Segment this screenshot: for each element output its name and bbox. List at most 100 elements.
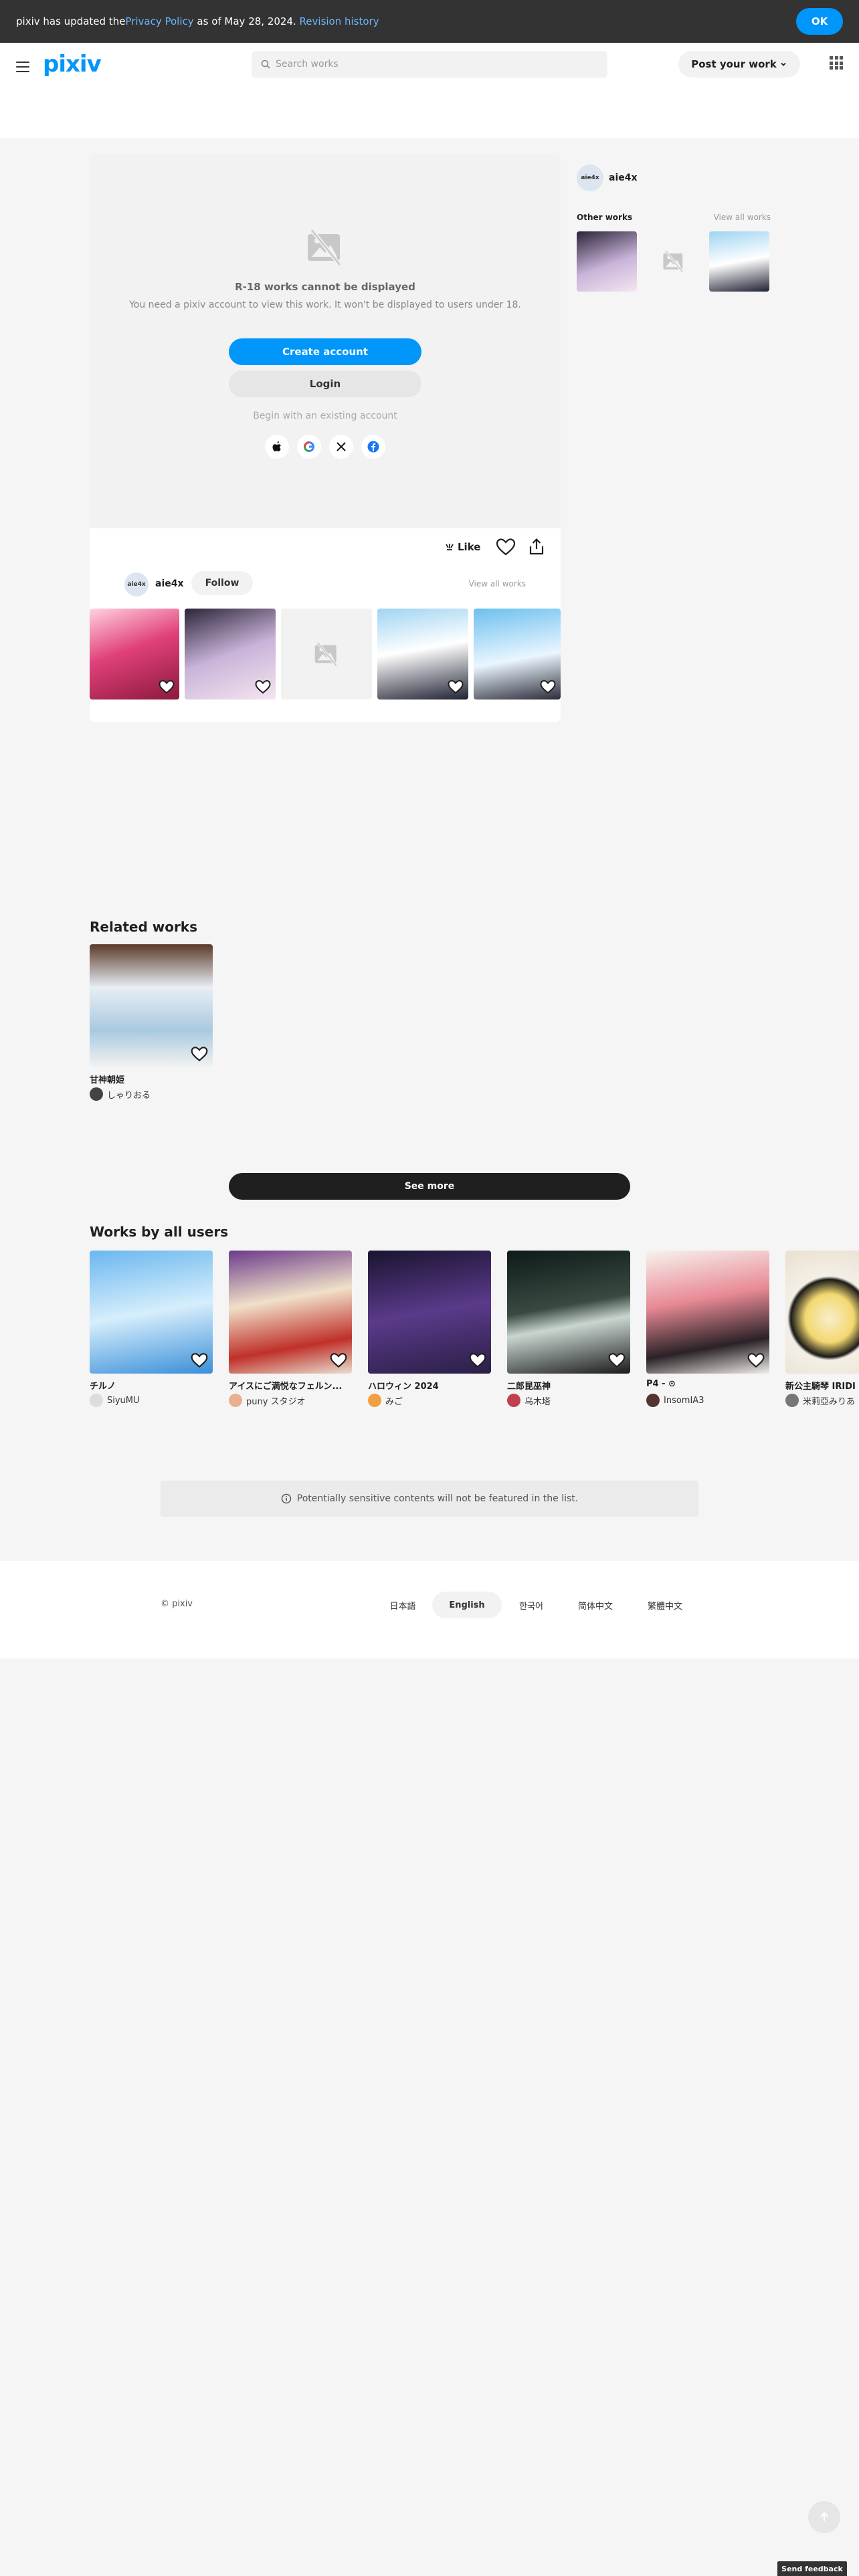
heart-icon[interactable]: [747, 1351, 765, 1370]
work-thumbnail[interactable]: [507, 1251, 630, 1374]
sidebar-view-all-link[interactable]: View all works: [714, 213, 771, 222]
other-work-thumbnail[interactable]: [577, 231, 637, 292]
gate-title: R-18 works cannot be displayed: [235, 281, 415, 293]
google-login-button[interactable]: [297, 435, 321, 459]
apps-grid-icon[interactable]: [830, 56, 843, 70]
sidebar-author-name[interactable]: aie4x: [609, 173, 638, 183]
post-work-button[interactable]: Post your work: [678, 51, 800, 78]
related-work-thumbnail[interactable]: [90, 944, 213, 1067]
user-avatar: [785, 1394, 799, 1407]
scroll-to-top-button[interactable]: [808, 2501, 840, 2533]
x-icon: [337, 442, 346, 451]
user-avatar: [90, 1394, 103, 1407]
post-work-label: Post your work: [691, 58, 777, 70]
heart-icon[interactable]: [254, 678, 272, 695]
author-work-thumbnail[interactable]: [90, 609, 179, 700]
work-user[interactable]: 米莉亞みりあ: [785, 1394, 859, 1407]
site-header: pixiv Search works Post your work: [0, 43, 859, 96]
work-user[interactable]: みご: [368, 1394, 403, 1407]
lang-english[interactable]: English: [432, 1592, 502, 1618]
facebook-login-button[interactable]: [361, 435, 385, 459]
login-button[interactable]: Login: [229, 370, 421, 397]
work-thumbnail[interactable]: [646, 1251, 769, 1374]
work-title[interactable]: 新公主騎琴 IRIDI: [785, 1379, 859, 1392]
related-work-username: しゃりおる: [107, 1090, 151, 1101]
image-blocked-icon: [314, 641, 338, 667]
author-name[interactable]: aie4x: [155, 578, 184, 589]
search-icon: [261, 60, 270, 69]
work-title[interactable]: チルノ: [90, 1379, 213, 1392]
work-user[interactable]: InsomIA3: [646, 1394, 704, 1407]
create-account-button[interactable]: Create account: [229, 338, 421, 365]
lang-traditional-chinese[interactable]: 繁體中文: [636, 1592, 694, 1618]
view-all-works-link[interactable]: View all works: [469, 579, 526, 588]
bookmark-heart-button[interactable]: [495, 536, 516, 558]
author-avatar[interactable]: aie4x: [124, 572, 149, 597]
author-row: aie4x aie4x Follow View all works: [90, 566, 561, 601]
work-username: 乌木塔: [524, 1396, 551, 1407]
like-label: Like: [458, 541, 481, 553]
begin-existing-label: Begin with an existing account: [253, 411, 397, 421]
author-work-thumbnail[interactable]: [474, 609, 561, 700]
other-work-thumbnail[interactable]: [709, 231, 769, 292]
heart-icon[interactable]: [607, 1351, 626, 1370]
privacy-banner: pixiv has updated the Privacy Policy as …: [0, 0, 859, 43]
heart-icon[interactable]: [447, 678, 464, 695]
work-user[interactable]: 乌木塔: [507, 1394, 551, 1407]
heart-icon[interactable]: [539, 678, 557, 695]
other-work-thumbnail-blocked[interactable]: [644, 231, 704, 292]
copyright: © pixiv: [161, 1599, 193, 1609]
like-button[interactable]: Like: [444, 538, 480, 556]
lang-japanese[interactable]: 日本語: [379, 1592, 427, 1618]
author-work-thumbnail[interactable]: [185, 609, 276, 700]
menu-icon[interactable]: [16, 62, 29, 72]
work-title[interactable]: P4 - ⊙: [646, 1379, 769, 1389]
author-work-thumbnail[interactable]: [377, 609, 468, 700]
author-work-thumbnail-blocked[interactable]: [281, 609, 372, 700]
share-button[interactable]: [526, 536, 547, 558]
share-icon: [529, 538, 544, 555]
banner-ok-button[interactable]: OK: [796, 8, 843, 35]
sidebar-author-avatar[interactable]: aie4x: [577, 165, 603, 191]
heart-icon[interactable]: [158, 678, 175, 695]
footer: © pixiv 日本語 English 한국어 简体中文 繁體中文: [0, 1561, 859, 1658]
related-work-user[interactable]: しゃりおる: [90, 1087, 151, 1101]
heart-icon[interactable]: [190, 1045, 209, 1063]
banner-text-after: as of May 28, 2024.: [193, 15, 300, 27]
revision-history-link[interactable]: Revision history: [300, 15, 379, 27]
facebook-icon: [367, 441, 379, 453]
work-username: SiyuMU: [107, 1395, 140, 1406]
follow-button[interactable]: Follow: [191, 571, 253, 595]
work-thumbnail[interactable]: [368, 1251, 491, 1374]
related-work-title[interactable]: 甘神朝姫: [90, 1073, 213, 1085]
lang-korean[interactable]: 한국어: [507, 1592, 555, 1618]
related-works-title: Related works: [90, 919, 198, 935]
arrow-up-icon: [820, 2512, 828, 2521]
x-login-button[interactable]: [329, 435, 353, 459]
work-title[interactable]: ハロウィン 2024: [368, 1379, 491, 1392]
search-input[interactable]: Search works: [252, 51, 607, 78]
work-thumbnail[interactable]: [785, 1251, 859, 1374]
work-title[interactable]: アイスにご満悦なフェルン...: [229, 1379, 352, 1392]
privacy-policy-link[interactable]: Privacy Policy: [125, 15, 193, 27]
send-feedback-button[interactable]: Send feedback: [777, 2561, 847, 2576]
work-title[interactable]: 二郎昆巫神: [507, 1379, 630, 1392]
user-avatar: [507, 1394, 520, 1407]
heart-icon[interactable]: [468, 1351, 487, 1370]
works-by-all-users-title: Works by all users: [90, 1224, 229, 1240]
other-works-label: Other works: [577, 213, 633, 222]
work-user[interactable]: SiyuMU: [90, 1394, 140, 1407]
see-more-button[interactable]: See more: [229, 1173, 630, 1200]
sensitive-content-notice: Potentially sensitive contents will not …: [161, 1481, 698, 1517]
work-thumbnail[interactable]: [90, 1251, 213, 1374]
apple-login-button[interactable]: [265, 435, 289, 459]
search-placeholder: Search works: [276, 59, 339, 70]
lang-simplified-chinese[interactable]: 简体中文: [566, 1592, 625, 1618]
work-username: puny スタジオ: [246, 1396, 306, 1407]
work-thumbnail[interactable]: [229, 1251, 352, 1374]
r18-gate: R-18 works cannot be displayed You need …: [90, 154, 561, 528]
heart-icon[interactable]: [190, 1351, 209, 1370]
heart-icon[interactable]: [329, 1351, 348, 1370]
work-user[interactable]: puny スタジオ: [229, 1394, 306, 1407]
pixiv-logo[interactable]: pixiv: [43, 51, 102, 78]
